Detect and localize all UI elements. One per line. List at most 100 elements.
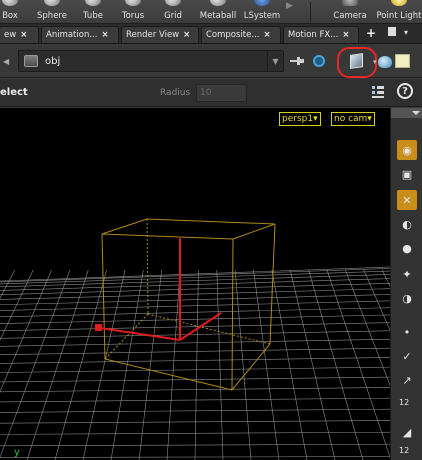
close-icon[interactable]: × bbox=[183, 30, 190, 40]
grid-line bbox=[0, 431, 390, 435]
chevron-down-icon[interactable]: ▾ bbox=[373, 58, 377, 66]
grid-line bbox=[0, 366, 390, 373]
shelf-tool-label: Torus bbox=[121, 11, 145, 21]
tab-label: Composite... bbox=[206, 30, 260, 40]
grid-line bbox=[138, 269, 163, 460]
radius-label: Radius bbox=[160, 88, 191, 98]
grid-line bbox=[166, 269, 181, 460]
bbox-edge bbox=[104, 358, 233, 391]
select-mode-icon[interactable]: ✕ bbox=[397, 190, 417, 210]
bbox-edge bbox=[147, 313, 271, 345]
sphere-icon bbox=[44, 0, 60, 6]
grid-line bbox=[0, 269, 16, 299]
camera-menu[interactable]: persp1▾ bbox=[279, 112, 321, 126]
lock-icon[interactable]: ▣ bbox=[397, 164, 417, 184]
viewport-scene: y bbox=[0, 218, 390, 460]
shelf-tool-label: Sphere bbox=[37, 11, 67, 21]
tab-render-view[interactable]: Render View × bbox=[121, 26, 199, 43]
shelf-grid-tool[interactable]: Grid bbox=[162, 0, 184, 24]
grid-line bbox=[0, 268, 390, 283]
grid-line bbox=[54, 269, 107, 460]
grid-line bbox=[0, 408, 390, 413]
tab-animation[interactable]: Animation... × bbox=[41, 26, 119, 43]
grid-line bbox=[0, 270, 390, 285]
grid-line bbox=[271, 269, 308, 460]
grid-line bbox=[0, 387, 390, 393]
tube-icon bbox=[85, 0, 101, 6]
annotation-highlight-circle bbox=[337, 47, 377, 78]
tab-label: Animation... bbox=[46, 30, 98, 40]
axis-indicator-label: y bbox=[14, 447, 20, 458]
primitive-display-icon[interactable]: ◢ bbox=[397, 422, 417, 442]
radius-field[interactable]: 10 bbox=[196, 84, 247, 102]
grid-line bbox=[0, 420, 390, 424]
chevron-down-icon[interactable]: ▼ bbox=[267, 51, 283, 71]
add-tab-icon[interactable]: + bbox=[366, 26, 376, 40]
eye-toggle-icon[interactable]: ◑ bbox=[397, 288, 417, 308]
snap-target-icon[interactable] bbox=[313, 55, 325, 67]
close-icon[interactable]: × bbox=[342, 30, 349, 40]
grid-line bbox=[326, 269, 390, 458]
shelf-sphere-tool[interactable]: Sphere bbox=[34, 0, 70, 24]
shelf-metaball-tool[interactable]: Metaball bbox=[197, 0, 239, 24]
tab-motion-fx[interactable]: Motion FX... × bbox=[283, 26, 359, 43]
vertex-number-toggle[interactable]: 12 bbox=[399, 446, 409, 455]
normal-display-icon[interactable]: ✓ bbox=[397, 346, 417, 366]
pane-menu-icon[interactable] bbox=[388, 27, 396, 36]
help-icon[interactable]: ? bbox=[397, 83, 413, 99]
shelf-torus-tool[interactable]: Torus bbox=[118, 0, 148, 24]
shelf-lsystem-tool[interactable]: LSystem bbox=[242, 0, 282, 24]
chevron-down-icon[interactable]: ▾ bbox=[404, 28, 408, 37]
network-path-text: obj bbox=[45, 55, 61, 67]
shelf-divider bbox=[310, 2, 311, 22]
network-path-field[interactable]: obj ▼ bbox=[18, 50, 284, 72]
grid-line bbox=[363, 269, 390, 331]
houdini-window: Box Sphere Tube Torus Grid Metaball LSys… bbox=[0, 0, 422, 460]
radius-value: 10 bbox=[200, 88, 212, 98]
display-options-icon[interactable] bbox=[395, 54, 410, 68]
operation-controls-bar: elect Radius 10 ? bbox=[0, 79, 422, 107]
toolbar-collapse-strip[interactable] bbox=[391, 108, 422, 118]
eye-icon[interactable]: ◉ bbox=[397, 140, 417, 160]
x-axis-handle[interactable] bbox=[99, 327, 181, 341]
shelf-tube-tool[interactable]: Tube bbox=[80, 0, 106, 24]
point-light-icon bbox=[391, 0, 407, 6]
shelf-camera-tool[interactable]: Camera bbox=[330, 0, 370, 24]
snapping-icon[interactable]: ✦ bbox=[397, 264, 417, 284]
bbox-edge bbox=[146, 218, 276, 225]
network-path-bar: ◀ obj ▼ ▾ bbox=[0, 45, 422, 78]
shelf-point-light-tool[interactable]: Point Light bbox=[374, 0, 422, 24]
bbox-edge bbox=[101, 233, 234, 240]
back-arrow-icon[interactable]: ◀ bbox=[3, 57, 9, 66]
point-number-toggle[interactable]: 12 bbox=[399, 398, 409, 407]
pin-icon[interactable] bbox=[290, 57, 304, 65]
torus-icon bbox=[125, 0, 141, 6]
close-icon[interactable]: × bbox=[20, 30, 27, 40]
camera-icon bbox=[342, 0, 358, 6]
tab-composite[interactable]: Composite... × bbox=[201, 26, 281, 43]
shelf-overflow-arrow-icon[interactable]: ▶ bbox=[286, 1, 293, 11]
scene-viewport[interactable]: y persp1▾ no cam▾ bbox=[0, 108, 390, 460]
point-display-icon[interactable]: • bbox=[397, 322, 417, 342]
lightbulb-icon[interactable]: ● bbox=[397, 238, 417, 258]
bbox-edge bbox=[101, 218, 148, 235]
close-icon[interactable]: × bbox=[263, 30, 270, 40]
grid-line bbox=[381, 269, 390, 287]
tab-label: Render View bbox=[126, 30, 180, 40]
shelf-tool-label: Grid bbox=[164, 11, 182, 21]
layout-icon[interactable] bbox=[371, 85, 385, 99]
x-axis-end[interactable] bbox=[95, 324, 102, 331]
pane-tab-bar: ew × Animation... × Render View × Compos… bbox=[0, 24, 422, 44]
shelf-tool-label: Box bbox=[2, 11, 18, 21]
cam-menu[interactable]: no cam▾ bbox=[331, 112, 375, 126]
light-view-icon[interactable] bbox=[378, 56, 392, 68]
shading-icon[interactable]: ◐ bbox=[397, 214, 417, 234]
tab-scene-view[interactable]: ew × bbox=[0, 26, 39, 43]
shelf-box-tool[interactable]: Box bbox=[0, 0, 21, 24]
grid-line bbox=[0, 330, 390, 339]
shelf-tool-label: LSystem bbox=[243, 11, 281, 21]
vector-display-icon[interactable]: ↗ bbox=[397, 370, 417, 390]
grid-line bbox=[0, 397, 390, 403]
close-icon[interactable]: × bbox=[101, 30, 108, 40]
grid-line bbox=[216, 269, 224, 460]
